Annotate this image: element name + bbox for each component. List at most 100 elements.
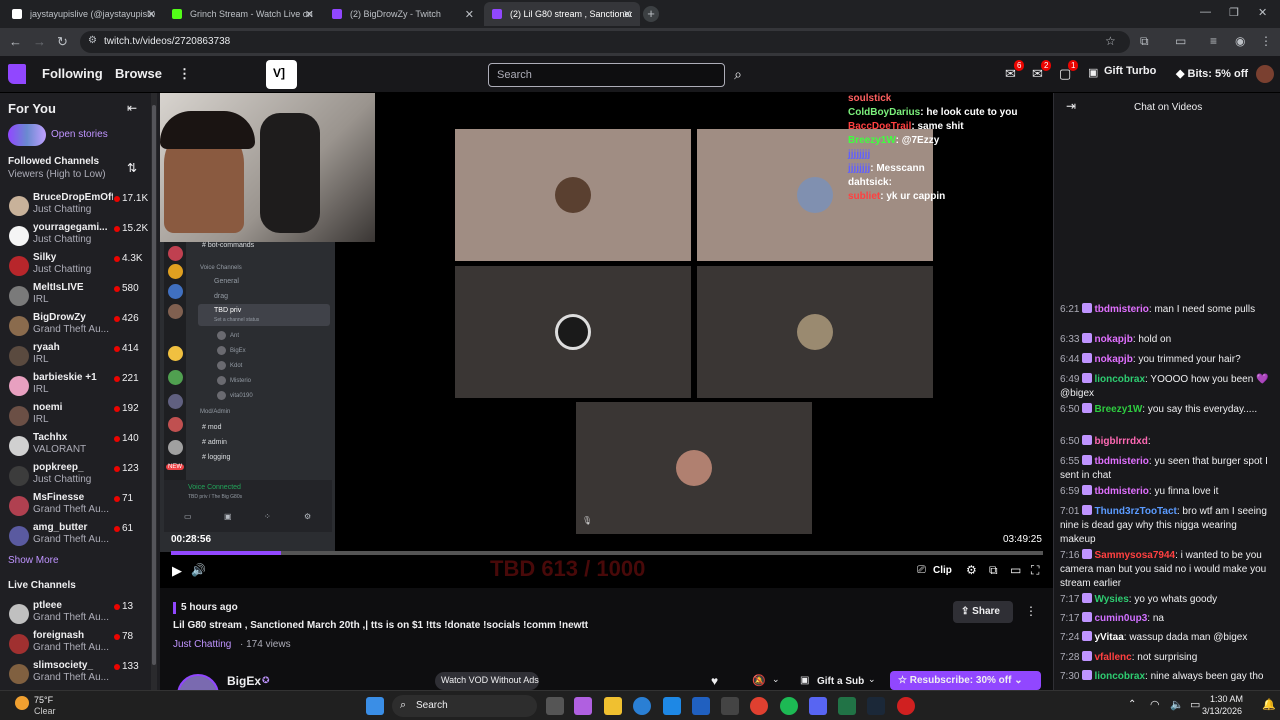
chrome-icon[interactable] bbox=[750, 697, 768, 715]
chat-username[interactable]: lioncobrax bbox=[1094, 374, 1145, 385]
file-explorer-icon[interactable] bbox=[604, 697, 622, 715]
profile-icon[interactable]: ◉ bbox=[1235, 34, 1245, 48]
close-icon[interactable]: ✕ bbox=[623, 8, 632, 21]
site-info-icon[interactable]: ⚙ bbox=[88, 35, 97, 46]
chat-username[interactable]: Thund3rzTooTact bbox=[1094, 506, 1176, 517]
store-icon[interactable] bbox=[663, 697, 681, 715]
extensions-icon[interactable]: ⧉ bbox=[1140, 34, 1149, 49]
sidebar-channel[interactable]: BigDrowZy Grand Theft Au... 426 bbox=[0, 310, 150, 340]
video-player[interactable]: NEW # bot-commands Voice Channels Genera… bbox=[160, 93, 1053, 588]
chat-username[interactable]: tbdmisterio bbox=[1094, 304, 1148, 315]
spotify-icon[interactable] bbox=[780, 697, 798, 715]
battery-icon[interactable]: ▭ bbox=[1190, 698, 1200, 711]
gift-turbo-button[interactable]: Gift Turbo bbox=[1104, 65, 1156, 77]
excel-icon[interactable] bbox=[838, 697, 856, 715]
edge-icon[interactable] bbox=[633, 697, 651, 715]
chat-username[interactable]: nokapjb bbox=[1094, 354, 1132, 365]
sidebar-channel[interactable]: ryaah IRL 414 bbox=[0, 340, 150, 370]
chat-username[interactable]: nokapjb bbox=[1094, 334, 1132, 345]
chevron-down-icon[interactable]: ⌄ bbox=[868, 674, 876, 685]
sidebar-channel[interactable]: noemi IRL 192 bbox=[0, 400, 150, 430]
following-link[interactable]: Following bbox=[42, 66, 103, 81]
windows-start-icon[interactable] bbox=[366, 697, 384, 715]
sidebar-scrollbar[interactable] bbox=[151, 93, 157, 690]
maximize-icon[interactable]: ❐ bbox=[1229, 6, 1239, 19]
sidebar-channel[interactable]: MsFinesse Grand Theft Au... 71 bbox=[0, 490, 150, 520]
user-avatar[interactable] bbox=[1256, 65, 1274, 83]
open-stories-link[interactable]: Open stories bbox=[51, 129, 108, 140]
back-icon[interactable]: ← bbox=[9, 34, 22, 49]
miniplayer-icon[interactable]: ⧉ bbox=[989, 563, 998, 578]
seek-bar[interactable] bbox=[171, 551, 1043, 555]
show-more-link[interactable]: Show More bbox=[8, 555, 59, 566]
resubscribe-button[interactable]: ☆ Resubscribe: 30% off ⌄ bbox=[890, 671, 1041, 690]
close-icon[interactable]: ✕ bbox=[465, 8, 474, 21]
collapse-sidebar-icon[interactable]: ⇤ bbox=[127, 101, 137, 115]
sort-icon[interactable]: ⇅ bbox=[127, 161, 137, 175]
expand-chat-icon[interactable]: ⇥ bbox=[1066, 99, 1076, 113]
chat-username[interactable]: cumin0up3 bbox=[1094, 613, 1147, 624]
menu-dots-icon[interactable]: ⋮ bbox=[1260, 34, 1272, 48]
discord-icon[interactable] bbox=[809, 697, 827, 715]
task-view-icon[interactable] bbox=[546, 697, 564, 715]
sidebar-channel[interactable]: slimsociety_ Grand Theft Au... 133 bbox=[0, 658, 150, 688]
close-icon[interactable]: ✕ bbox=[305, 8, 314, 21]
chevron-up-icon[interactable]: ⌃ bbox=[1128, 699, 1136, 710]
minimize-icon[interactable]: — bbox=[1200, 6, 1211, 18]
forward-icon[interactable]: → bbox=[33, 34, 46, 49]
notifications-off-icon[interactable]: 🔕 bbox=[752, 674, 766, 687]
sidebar-channel[interactable]: barbieskie +1 IRL 221 bbox=[0, 370, 150, 400]
chat-username[interactable]: Wysies bbox=[1094, 594, 1128, 605]
sidepanel-icon[interactable]: ▭ bbox=[1175, 34, 1186, 48]
sidebar-channel[interactable]: yourragegami... Just Chatting 15.2K bbox=[0, 220, 150, 250]
taskbar-search[interactable]: ⌕ Search bbox=[392, 695, 537, 717]
chat-username[interactable]: bigblrrrdxd bbox=[1094, 436, 1147, 447]
twitch-logo-icon[interactable] bbox=[8, 64, 26, 84]
opera-icon[interactable] bbox=[897, 697, 915, 715]
more-options-icon[interactable]: ⋮ bbox=[1025, 604, 1037, 618]
chat-username[interactable]: Breezy1W bbox=[1094, 404, 1142, 415]
clip-button[interactable]: Clip bbox=[933, 565, 952, 576]
clock-date[interactable]: 3/13/2026 bbox=[1202, 706, 1242, 716]
theatre-mode-icon[interactable]: ▭ bbox=[1010, 563, 1021, 577]
watch-vod-without-ads-button[interactable]: Watch VOD Without Ads bbox=[435, 672, 539, 690]
gift-sub-button[interactable]: Gift a Sub bbox=[817, 676, 864, 687]
sidebar-channel[interactable]: amg_butter Grand Theft Au... 61 bbox=[0, 520, 150, 550]
notifications-icon[interactable]: 🔔 bbox=[1262, 698, 1276, 711]
sidebar-channel[interactable]: MeltIsLIVE IRL 580 bbox=[0, 280, 150, 310]
fullscreen-icon[interactable]: ⛶ bbox=[1031, 563, 1039, 578]
chevron-down-icon[interactable]: ⌄ bbox=[772, 674, 780, 685]
new-tab-button[interactable]: + bbox=[643, 6, 659, 22]
speaker-icon[interactable]: 🔈 bbox=[1170, 698, 1184, 711]
search-input[interactable]: Search bbox=[488, 63, 725, 87]
share-button[interactable]: ⇪ Share bbox=[953, 601, 1013, 623]
bookmark-star-icon[interactable]: ☆ bbox=[1105, 34, 1116, 48]
category-link[interactable]: Just Chatting bbox=[173, 639, 231, 650]
media-icon[interactable]: ≡ bbox=[1210, 34, 1217, 48]
play-icon[interactable]: ▶ bbox=[172, 563, 182, 579]
bits-button[interactable]: ◆ Bits: 5% off bbox=[1176, 62, 1248, 86]
chat-username[interactable]: vfallenc bbox=[1094, 652, 1131, 663]
outlook-icon[interactable] bbox=[692, 697, 710, 715]
chat-username[interactable]: lioncobrax bbox=[1094, 671, 1145, 682]
sidebar-channel[interactable]: popkreep_ Just Chatting 123 bbox=[0, 460, 150, 490]
chat-username[interactable]: tbdmisterio bbox=[1094, 486, 1148, 497]
chat-username[interactable]: Sammysosa7944 bbox=[1094, 550, 1175, 561]
stories-avatars[interactable] bbox=[8, 124, 46, 146]
chat-username[interactable]: tbdmisterio bbox=[1094, 456, 1148, 467]
copilot-icon[interactable] bbox=[574, 697, 592, 715]
follow-heart-icon[interactable]: ♥ bbox=[711, 674, 718, 688]
settings-icon[interactable]: ⚙ bbox=[966, 563, 977, 577]
browser-tab-4-active[interactable]: (2) Lil G80 stream , Sanctioned ✕ bbox=[484, 2, 640, 26]
more-dots-icon[interactable]: ⋮ bbox=[178, 66, 191, 82]
extension-logo-icon[interactable]: V] bbox=[266, 60, 297, 89]
browser-tab-1[interactable]: jaystayupislive (@jaystayupislive) ✕ bbox=[4, 2, 164, 26]
volume-icon[interactable]: 🔊 bbox=[191, 563, 206, 577]
reload-icon[interactable]: ↻ bbox=[57, 34, 68, 50]
sidebar-channel[interactable]: Tachhx VALORANT 140 bbox=[0, 430, 150, 460]
window-close-icon[interactable]: ✕ bbox=[1258, 6, 1267, 19]
chat-username[interactable]: yVitaa bbox=[1094, 632, 1123, 643]
wifi-icon[interactable]: ◠ bbox=[1150, 698, 1160, 711]
sidebar-channel[interactable]: foreignash Grand Theft Au... 78 bbox=[0, 628, 150, 658]
url-field[interactable]: ⚙ twitch.tv/videos/2720863738 ☆ bbox=[80, 31, 1130, 53]
